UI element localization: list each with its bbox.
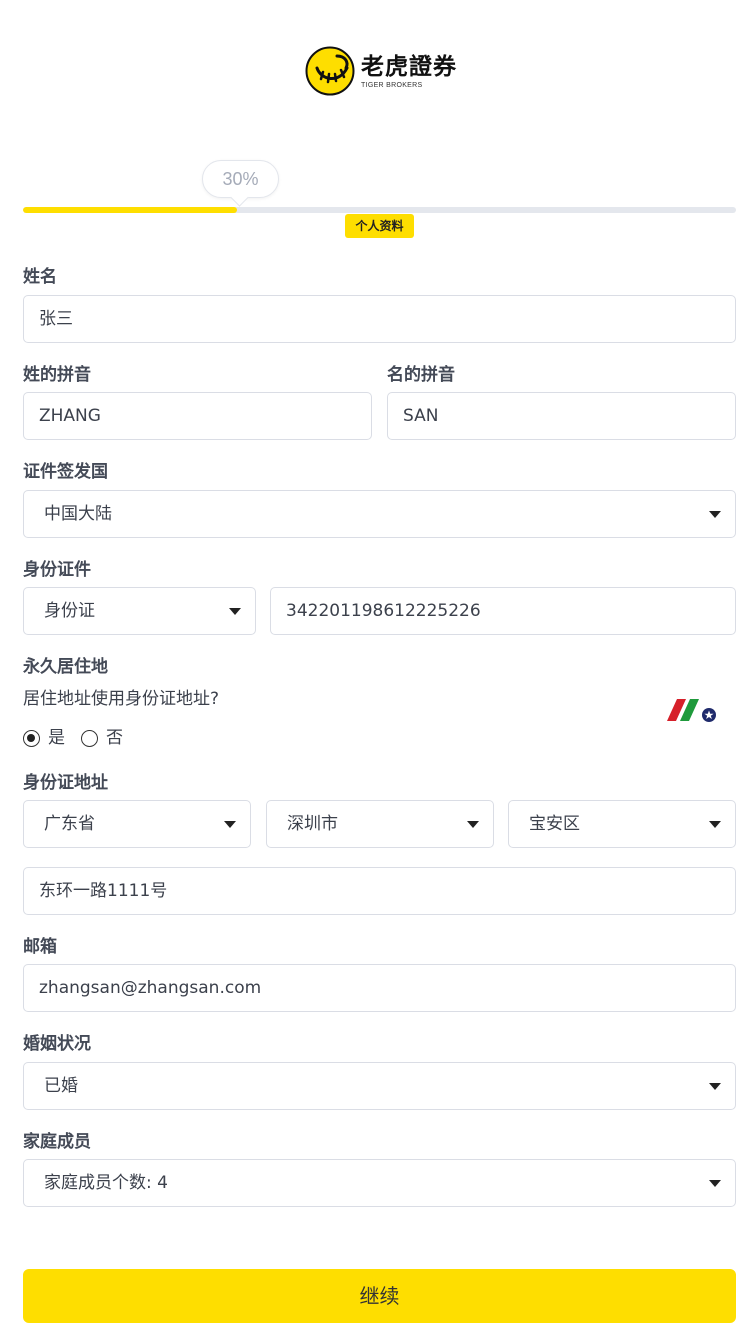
chevron-down-icon	[224, 821, 236, 828]
id-type-select[interactable]: 身份证	[23, 587, 256, 635]
family-label: 家庭成员	[23, 1132, 91, 1152]
id-number-input[interactable]: 342201198612225226	[270, 587, 736, 635]
issuing-country-select[interactable]: 中国大陆	[23, 490, 736, 538]
id-address-label: 身份证地址	[23, 773, 108, 793]
city-value: 深圳市	[287, 814, 338, 834]
given-pinyin-label: 名的拼音	[387, 365, 455, 385]
id-document-label: 身份证件	[23, 560, 91, 580]
chevron-down-icon	[709, 821, 721, 828]
city-select[interactable]: 深圳市	[266, 800, 494, 848]
email-label: 邮箱	[23, 937, 57, 957]
street-address-input[interactable]: 东环一路1111号	[23, 867, 736, 915]
name-input[interactable]: 张三	[23, 295, 736, 343]
marital-status-value: 已婚	[44, 1076, 78, 1096]
radio-no[interactable]	[81, 729, 98, 747]
progress-bar-fill	[23, 207, 237, 213]
marital-status-label: 婚姻状况	[23, 1034, 91, 1054]
name-label: 姓名	[23, 267, 57, 287]
marital-status-select[interactable]: 已婚	[23, 1062, 736, 1110]
email-input[interactable]: zhangsan@zhangsan.com	[23, 964, 736, 1012]
district-select[interactable]: 宝安区	[508, 800, 736, 848]
brand-logo: 老虎證券 TIGER BROKERS	[305, 46, 457, 96]
tiger-logo-icon	[305, 46, 355, 96]
residence-question: 居住地址使用身份证地址?	[23, 689, 220, 709]
given-pinyin-input[interactable]: SAN	[387, 392, 736, 440]
chevron-down-icon	[709, 511, 721, 518]
surname-pinyin-label: 姓的拼音	[23, 365, 91, 385]
id-type-value: 身份证	[44, 601, 95, 621]
chevron-down-icon	[229, 608, 241, 615]
chevron-down-icon	[709, 1180, 721, 1187]
radio-no-label[interactable]: 否	[106, 728, 123, 748]
radio-yes[interactable]	[23, 729, 40, 747]
progress-percent-bubble: 30%	[202, 160, 279, 198]
step-label-badge: 个人资料	[345, 214, 414, 238]
watermark-logo-icon	[667, 699, 716, 722]
issuing-country-label: 证件签发国	[23, 462, 108, 482]
family-members-value: 家庭成员个数: 4	[44, 1173, 168, 1193]
issuing-country-value: 中国大陆	[44, 504, 112, 524]
brand-name-en: TIGER BROKERS	[361, 81, 423, 89]
province-value: 广东省	[44, 814, 95, 834]
surname-pinyin-input[interactable]: ZHANG	[23, 392, 372, 440]
residence-radio-group: 是 否	[23, 728, 139, 748]
family-members-select[interactable]: 家庭成员个数: 4	[23, 1159, 736, 1207]
radio-yes-label[interactable]: 是	[48, 728, 65, 748]
district-value: 宝安区	[529, 814, 580, 834]
brand-name-cn: 老虎證券	[361, 53, 457, 80]
province-select[interactable]: 广东省	[23, 800, 251, 848]
continue-button[interactable]: 继续	[23, 1269, 736, 1323]
progress-bar	[23, 207, 736, 213]
chevron-down-icon	[709, 1083, 721, 1090]
residence-label: 永久居住地	[23, 657, 108, 677]
chevron-down-icon	[467, 821, 479, 828]
